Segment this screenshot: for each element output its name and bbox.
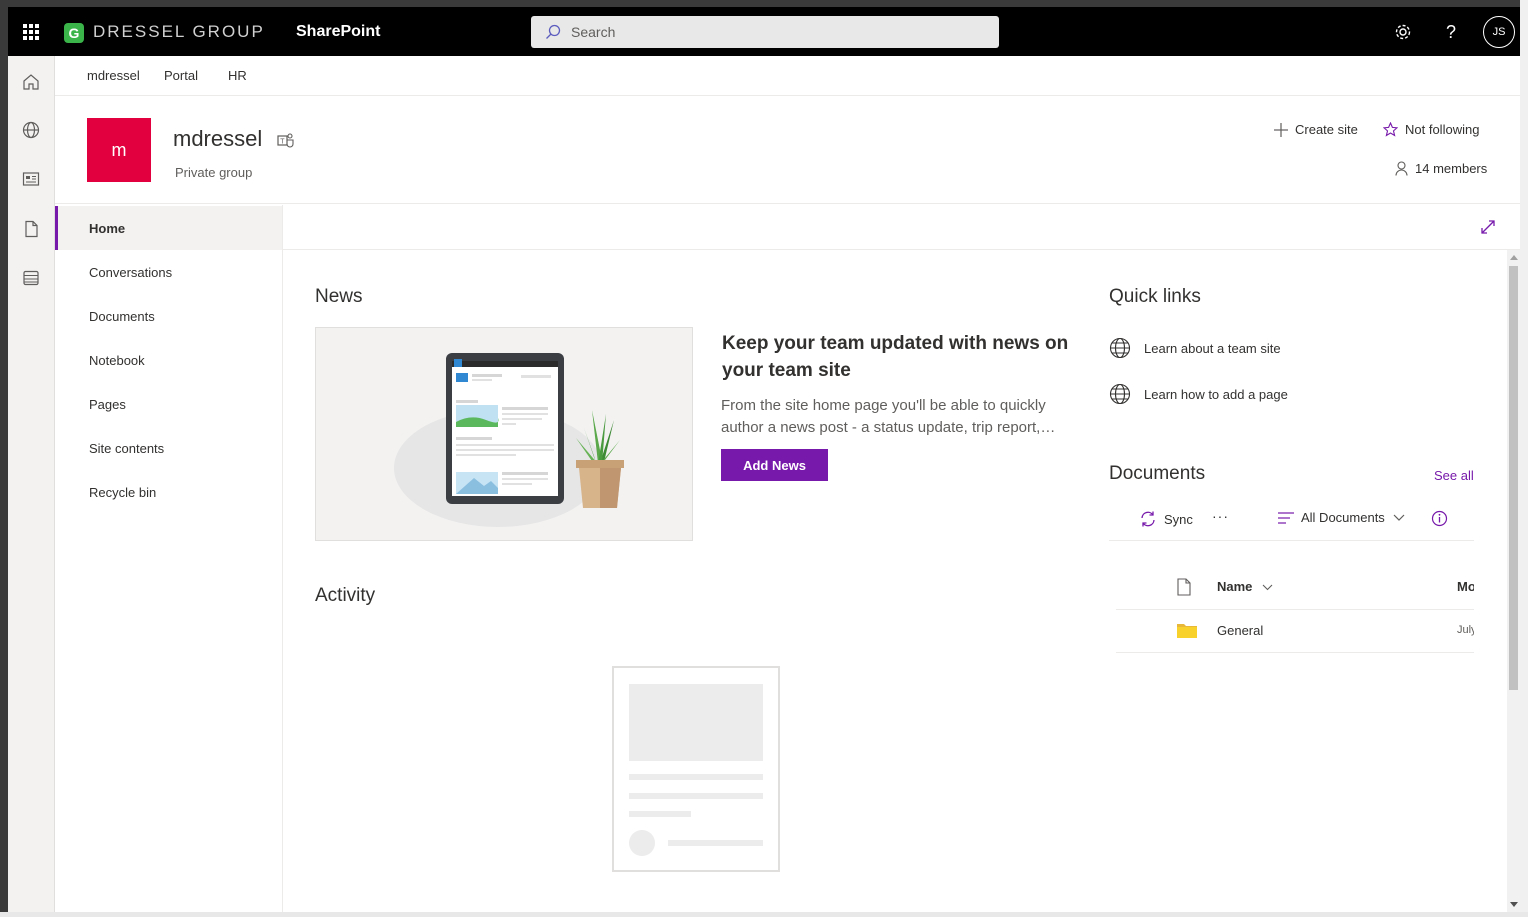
header-row-divider [1116, 609, 1474, 610]
sync-button[interactable]: Sync [1139, 510, 1193, 528]
document-modified: July [1457, 624, 1474, 636]
scroll-up-arrow[interactable] [1510, 255, 1518, 260]
window-top-edge [0, 0, 1528, 7]
plus-icon [1274, 122, 1288, 137]
documents-divider [1109, 540, 1474, 541]
command-bar [283, 205, 1520, 250]
news-description: From the site home page you'll be able t… [721, 397, 1056, 436]
chevron-down-icon [1262, 584, 1273, 591]
nav-item-home[interactable]: Home [55, 206, 282, 250]
quick-links-title: Quick links [1109, 286, 1201, 307]
folder-icon [1177, 624, 1197, 638]
nav-item-pages[interactable]: Pages [55, 382, 282, 426]
news-icon[interactable] [21, 169, 41, 189]
quick-link-team-site[interactable]: Learn about a team site [1109, 337, 1281, 359]
window-left-edge [0, 7, 8, 917]
site-subtitle: Private group [175, 165, 253, 180]
view-switcher[interactable]: All Documents [1278, 510, 1412, 525]
scroll-thumb[interactable] [1509, 266, 1518, 690]
see-all-link[interactable]: See all [1434, 468, 1474, 483]
hub-link-mdressel[interactable]: mdressel [87, 68, 140, 83]
news-headline: Keep your team updated with news on your… [722, 333, 1069, 381]
app-rail [8, 56, 55, 917]
view-label: All Documents [1301, 510, 1385, 525]
hub-link-portal[interactable]: Portal [164, 68, 198, 83]
help-icon[interactable]: ? [1439, 20, 1463, 44]
lists-icon[interactable] [21, 268, 41, 288]
document-name[interactable]: General [1217, 623, 1263, 638]
file-type-icon [1177, 578, 1191, 596]
members-label: 14 members [1415, 161, 1488, 176]
person-icon [1395, 161, 1408, 176]
chevron-down-icon [1393, 514, 1405, 521]
app-launcher-icon[interactable] [23, 24, 39, 40]
nav-item-site-contents[interactable]: Site contents [55, 426, 282, 470]
add-news-button[interactable]: Add News [721, 449, 828, 481]
star-icon [1383, 122, 1398, 137]
teams-icon[interactable]: T [277, 132, 295, 148]
sync-label: Sync [1164, 511, 1193, 527]
app-name[interactable]: SharePoint [296, 23, 380, 41]
nav-item-notebook[interactable]: Notebook [55, 338, 282, 382]
window-bottom-edge [0, 912, 1528, 917]
more-options-button[interactable]: ··· [1212, 508, 1229, 524]
page-scrollbar[interactable] [1507, 250, 1520, 912]
members-button[interactable]: 14 members [1395, 161, 1487, 176]
search-box[interactable] [531, 16, 999, 48]
activity-placeholder-card [612, 666, 780, 872]
news-title: News [315, 286, 363, 307]
create-site-label: Create site [1295, 122, 1358, 137]
window-right-edge [1520, 0, 1528, 917]
quick-link-label: Learn about a team site [1144, 340, 1281, 356]
nav-item-conversations[interactable]: Conversations [55, 250, 282, 294]
documents-title: Documents [1109, 463, 1206, 484]
activity-title: Activity [315, 585, 376, 606]
site-logo[interactable]: m [87, 118, 151, 182]
nav-item-recycle-bin[interactable]: Recycle bin [55, 470, 282, 514]
scroll-down-arrow[interactable] [1510, 902, 1518, 907]
follow-label: Not following [1405, 122, 1480, 137]
search-icon [546, 24, 561, 39]
quick-link-add-page[interactable]: Learn how to add a page [1109, 383, 1288, 405]
column-name-label: Name [1217, 579, 1253, 594]
column-header-modified[interactable]: Mo [1457, 579, 1474, 594]
info-icon[interactable] [1431, 510, 1448, 527]
hub-navigation: mdressel Portal HR [55, 56, 1520, 96]
svg-text:T: T [280, 139, 285, 146]
site-navigation: Home Conversations Documents Notebook Pa… [55, 205, 283, 917]
column-header-name[interactable]: Name [1217, 579, 1273, 594]
news-illustration [315, 327, 693, 541]
site-header: m mdressel T Private group Create site N… [55, 96, 1520, 204]
follow-button[interactable]: Not following [1383, 122, 1479, 137]
nav-item-documents[interactable]: Documents [55, 294, 282, 338]
expand-icon[interactable] [1480, 219, 1496, 235]
search-input[interactable] [571, 24, 971, 40]
globe-icon [1109, 337, 1131, 359]
brand-logo-icon[interactable]: G [64, 23, 84, 43]
home-icon[interactable] [21, 72, 41, 92]
site-title[interactable]: mdressel [173, 126, 262, 152]
create-site-button[interactable]: Create site [1274, 122, 1358, 137]
suite-bar: G DRESSEL GROUP SharePoint ? JS [8, 7, 1520, 56]
brand-name[interactable]: DRESSEL GROUP [93, 22, 265, 42]
globe-icon[interactable] [21, 120, 41, 140]
hub-link-hr[interactable]: HR [228, 68, 247, 83]
user-avatar[interactable]: JS [1483, 16, 1515, 48]
sync-icon [1141, 511, 1155, 527]
row-divider [1116, 652, 1474, 653]
document-icon[interactable] [21, 219, 41, 239]
view-options-icon [1278, 511, 1294, 524]
quick-link-label: Learn how to add a page [1144, 386, 1288, 402]
globe-icon [1109, 383, 1131, 405]
settings-icon[interactable] [1391, 20, 1415, 44]
